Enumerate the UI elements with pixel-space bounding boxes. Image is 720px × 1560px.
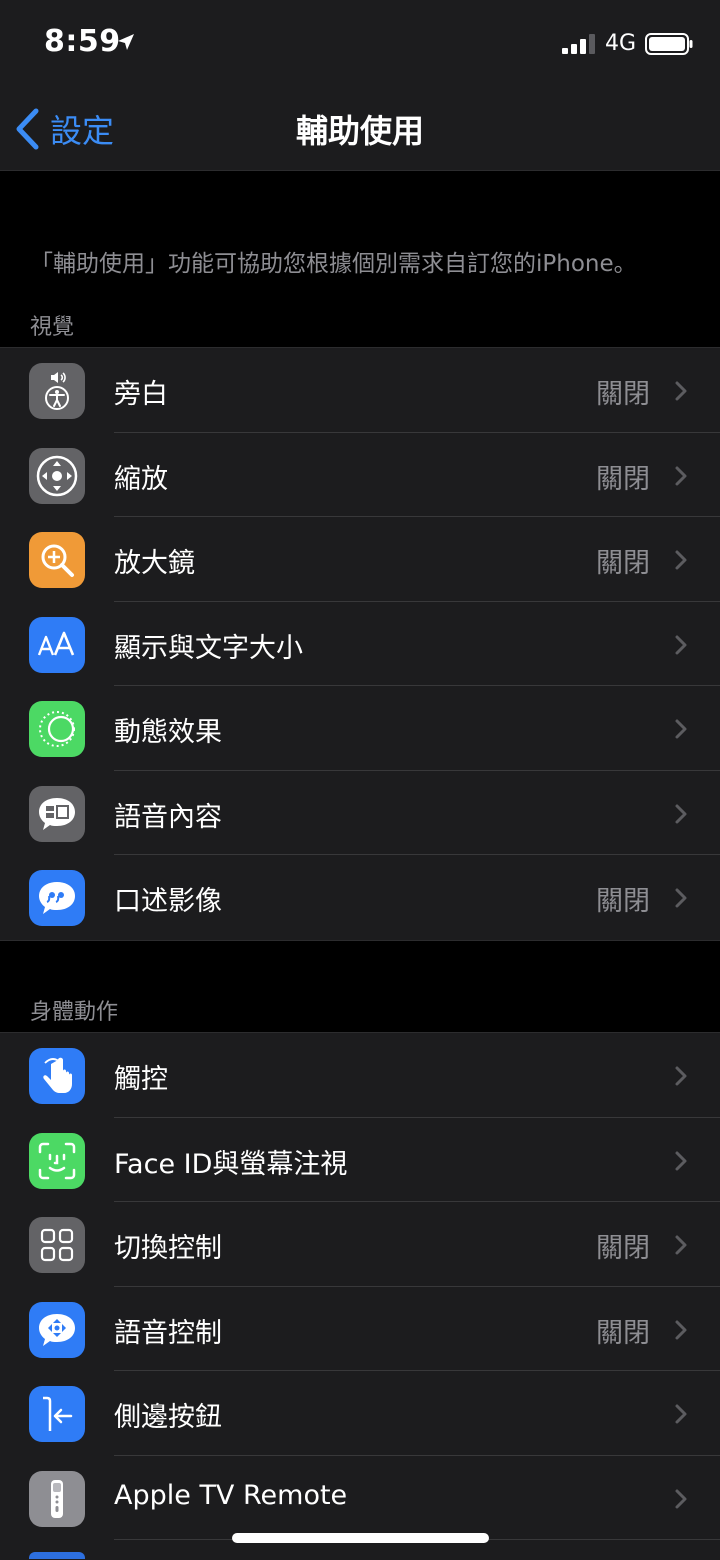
setting-value: 關閉 [596,1233,650,1264]
chevron-right-icon [675,466,687,485]
setting-value: 關閉 [596,1317,650,1349]
chevron-right-icon [675,1320,687,1339]
voice-control-icon [29,1301,85,1358]
chevron-right-icon [675,804,687,823]
chevron-right-icon [675,1151,687,1170]
section-header-vision: 視覺 [30,315,75,340]
setting-label: 縮放 [114,463,168,495]
setting-label: 語音內容 [114,801,222,833]
setting-label: Apple TV Remote [114,1479,348,1511]
setting-value: 關閉 [596,886,650,917]
setting-value: 關閉 [596,548,650,579]
spoken-content-icon [29,785,85,842]
setting-label: Face ID與螢幕注視 [114,1148,348,1180]
chevron-right-icon [675,1066,687,1086]
chevron-right-icon [675,1489,687,1508]
navigation-bar: 設定 輔助使用 [0,88,720,171]
setting-label: 口述影像 [114,886,222,917]
touch-icon [29,1048,85,1104]
setting-label: 旁白 [114,379,168,410]
setting-row-partial[interactable] [0,1540,720,1560]
home-indicator[interactable] [232,1533,489,1543]
carrier-label: 4G [605,31,637,56]
zoom-icon [29,447,85,504]
cellular-signal-icon [562,34,595,54]
audio-description-icon [29,870,85,926]
chevron-right-icon [675,719,687,739]
partial-row-icon [29,1552,85,1559]
side-button-icon [29,1386,85,1442]
setting-row-apple-tv-remote[interactable]: Apple TV Remote [0,1456,720,1540]
setting-label: 動態效果 [114,717,222,748]
setting-label: 顯示與文字大小 [114,632,303,664]
switch-control-icon [29,1217,85,1273]
page-title: 輔助使用 [295,112,424,150]
intro-text: 「輔助使用」功能可協助您根據個別需求自訂您的iPhone。 [30,251,637,277]
setting-row-voice-control[interactable]: 語音控制 關閉 [0,1287,720,1371]
face-id-icon [29,1132,85,1189]
setting-label: 切換控制 [114,1233,222,1264]
battery-icon [645,33,693,55]
setting-row-touch[interactable]: 觸控 [0,1033,720,1118]
setting-label: 放大鏡 [114,548,195,579]
physical-motor-settings-group: 觸控 Face ID與螢幕注視 切換控制 關閉 語音控制 關閉 側邊按鈕 App… [0,1032,720,1560]
chevron-right-icon [675,381,687,401]
setting-label: 語音控制 [114,1317,222,1349]
setting-row-audio-descriptions[interactable]: 口述影像 關閉 [0,855,720,940]
setting-row-face-id-attention[interactable]: Face ID與螢幕注視 [0,1118,720,1202]
text-size-icon [29,616,85,673]
chevron-right-icon [675,550,687,570]
setting-row-side-button[interactable]: 側邊按鈕 [0,1371,720,1456]
status-time: 8:59 [44,24,121,59]
status-bar: 8:59 4G [0,0,720,88]
vision-settings-group: 旁白 關閉 縮放 關閉 放大鏡 關閉 顯示與文字大小 動態效果 語音內容 口述影… [0,347,720,941]
tv-remote-icon [29,1470,85,1527]
setting-label: 觸控 [114,1064,168,1095]
magnifier-icon [29,532,85,588]
setting-label: 側邊按鈕 [114,1402,222,1433]
chevron-right-icon [675,1235,687,1255]
setting-row-magnifier[interactable]: 放大鏡 關閉 [0,517,720,602]
motion-icon [29,701,85,757]
setting-value: 關閉 [596,379,650,410]
chevron-right-icon [675,635,687,654]
setting-value: 關閉 [596,463,650,495]
chevron-right-icon [675,1404,687,1424]
location-arrow-icon [118,34,134,50]
chevron-right-icon [675,888,687,908]
setting-row-display-text-size[interactable]: 顯示與文字大小 [0,602,720,686]
setting-row-motion[interactable]: 動態效果 [0,686,720,771]
setting-row-voiceover[interactable]: 旁白 關閉 [0,348,720,433]
setting-row-zoom[interactable]: 縮放 關閉 [0,433,720,517]
setting-row-switch-control[interactable]: 切換控制 關閉 [0,1202,720,1287]
section-header-physical-motor: 身體動作 [30,1000,119,1025]
voiceover-icon [29,363,85,419]
setting-row-spoken-content[interactable]: 語音內容 [0,771,720,855]
